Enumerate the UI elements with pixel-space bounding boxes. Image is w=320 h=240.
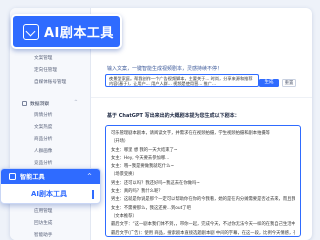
sidebar-item-product[interactable]: 商品分析 (34, 136, 52, 142)
script-output[interactable]: 可乐管理剧本剧本，请阅读文字，并需求在在视频拍摄，学生视频拍摄和剧本拍摄等 （开… (105, 125, 301, 237)
sidebar-item-revisit[interactable]: 回访生成 (34, 220, 52, 226)
result-title: 基于 ChatGPT 写出来出的大概剧本提为您生成以下剧本： (107, 113, 240, 119)
sidebar-group-label: 数据洞察 (30, 102, 50, 107)
edit-document-icon (23, 23, 39, 40)
output-line: （文本推荐） (111, 213, 137, 219)
output-line: （场景变换） (111, 172, 137, 178)
generate-button[interactable]: 生成 (259, 79, 279, 87)
brand-title: AI剧本工具 (44, 26, 114, 41)
tool-icon (9, 173, 16, 180)
output-line: 最后文字：“这一剧本我们体不到，，带你一起，完成今天，不过你无法今天一样的在我自… (111, 222, 295, 228)
output-line: 女主：哪里 想 我的一天大结束了~ (111, 147, 178, 153)
sidebar-item-sentiment[interactable]: 舆情分析 (34, 112, 52, 118)
sidebar-item-account[interactable]: 自媒体账号管理 (34, 79, 66, 85)
input-hint: 输入文案，一键智能生成视频剧本，灵感持续不停！ (107, 66, 223, 72)
main-panel: 输入文案，一键智能生成视频剧本，灵感持续不停！ 夜景型家庭。帮我创作一个广告视频… (91, 8, 312, 240)
chevron-up-icon: ^ (74, 100, 78, 105)
chevron-up-icon: ^ (86, 173, 92, 180)
output-line: 男主：这就是你说是那个一定可以帮助你在你的今我看，她的是在内分摊需要是否过去来，… (111, 197, 295, 203)
output-line: 女主：哦~我是要做我就吃什么~ (111, 164, 175, 170)
menu-item-ai-script[interactable]: AI剧本工具 (1, 185, 100, 203)
sidebar-item-competitor[interactable]: 竞品分析 (34, 160, 52, 166)
output-line: 女主：真的吗？我什么呢？ (111, 189, 163, 195)
output-line: 最后文字(广告)：使用 商品，搜索剧本直接选题剧本剧 中间的字幕，在这一段，比例… (111, 230, 295, 236)
output-line: 可乐管理剧本剧本，请阅读文字，并需求在在视频拍摄，学生视频拍摄和剧本拍摄等 (111, 131, 270, 136)
reset-button[interactable]: 重置 (282, 79, 296, 87)
brand-callout: AI剧本工具 (11, 14, 122, 49)
sidebar-item-task[interactable]: 定向任管理 (34, 67, 57, 73)
menu-group-label: 智能工具 (20, 174, 45, 181)
menu-group-smart-tools[interactable]: 智能工具 ^ (1, 169, 100, 184)
output-line: 男主：还可以吗？我还好吗~我这去在你做吗~ (111, 180, 200, 186)
chart-icon (22, 101, 27, 106)
sidebar-item-persona[interactable]: 人群画像 (34, 148, 52, 154)
output-line: 女主：Hey, 今天要去参加哪... (111, 155, 170, 161)
sidebar-item-assistant[interactable]: 智能助手 (34, 232, 52, 238)
output-line: 女主：不需要那么，我这还要...到out了吧 (111, 205, 191, 211)
prompt-input[interactable]: 夜景型家庭。帮我创作一个广告视频脚本，主要关于... 时尚，分享来源和推荐内容(… (105, 74, 259, 87)
divider (91, 97, 312, 98)
sidebar-item-heat[interactable]: 文案热度 (34, 124, 52, 130)
active-indicator (92, 190, 94, 199)
sidebar-item-copy[interactable]: 文案管理 (34, 55, 52, 61)
sidebar-group-data[interactable]: 数据洞察 ^ (22, 100, 78, 107)
output-line: （开场） (111, 139, 129, 145)
menu-callout: 智能工具 ^ AI剧本工具 (0, 168, 101, 204)
menu-item-label: AI剧本工具 (31, 190, 68, 198)
sidebar-item-recommend[interactable]: 应用管理 (34, 208, 52, 214)
